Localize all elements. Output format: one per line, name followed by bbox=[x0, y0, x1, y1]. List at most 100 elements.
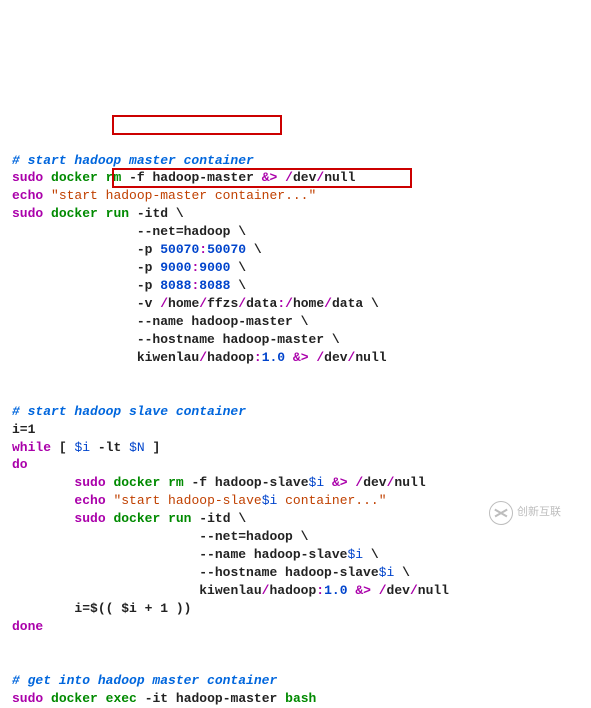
flag-f: -f bbox=[129, 170, 145, 185]
backslash: \ bbox=[238, 278, 246, 293]
redirect-amp: &> bbox=[332, 475, 348, 490]
cmd-run: run bbox=[106, 206, 129, 221]
kw-sudo: sudo bbox=[12, 170, 43, 185]
var-i: $i bbox=[74, 440, 90, 455]
kw-echo: echo bbox=[74, 493, 105, 508]
slash: / bbox=[324, 296, 332, 311]
null: null bbox=[324, 170, 355, 185]
image-repo: hadoop bbox=[269, 583, 316, 598]
kw-sudo: sudo bbox=[12, 206, 43, 221]
exec-target: hadoop-master bbox=[176, 691, 277, 706]
colon: : bbox=[199, 242, 207, 257]
slash: / bbox=[160, 296, 168, 311]
p-flag: -p bbox=[137, 278, 160, 293]
kw-do: do bbox=[12, 457, 28, 472]
slash: / bbox=[199, 296, 207, 311]
i-init: i=1 bbox=[12, 422, 35, 437]
cmd-docker: docker bbox=[51, 170, 98, 185]
slash: / bbox=[262, 583, 270, 598]
cmd-exec: exec bbox=[106, 691, 137, 706]
net-opt: --net=hadoop bbox=[199, 529, 293, 544]
backslash: \ bbox=[176, 206, 184, 221]
hostname-prefix: --hostname hadoop-slave bbox=[199, 565, 378, 580]
backslash: \ bbox=[301, 529, 309, 544]
backslash: \ bbox=[238, 224, 246, 239]
vol-seg: ffzs bbox=[207, 296, 238, 311]
null: null bbox=[355, 350, 386, 365]
exec-flags: -it bbox=[145, 691, 168, 706]
image-repo: hadoop bbox=[207, 350, 254, 365]
vol-seg: home bbox=[168, 296, 199, 311]
name-opt: --name hadoop-master bbox=[137, 314, 293, 329]
echo-suffix: container..." bbox=[277, 493, 386, 508]
dev: dev bbox=[293, 170, 316, 185]
highlight-box-port-9000 bbox=[112, 115, 282, 135]
flag-f: -f bbox=[192, 475, 208, 490]
bracket: [ bbox=[59, 440, 67, 455]
bracket: ] bbox=[153, 440, 161, 455]
backslash: \ bbox=[371, 296, 379, 311]
kw-echo: echo bbox=[12, 188, 43, 203]
slash: / bbox=[285, 170, 293, 185]
cmd-docker: docker bbox=[113, 511, 160, 526]
slash: / bbox=[285, 296, 293, 311]
cmd-rm: rm bbox=[168, 475, 184, 490]
null: null bbox=[394, 475, 425, 490]
port-a: 8088 bbox=[160, 278, 191, 293]
var-i: $i bbox=[309, 475, 325, 490]
backslash: \ bbox=[301, 314, 309, 329]
cmd-docker: docker bbox=[51, 691, 98, 706]
port-b: 8088 bbox=[199, 278, 230, 293]
exec-shell: bash bbox=[285, 691, 316, 706]
i-increment: i=$(( $i + 1 )) bbox=[74, 601, 191, 616]
slash: / bbox=[410, 583, 418, 598]
echo-string-master: "start hadoop-master container..." bbox=[51, 188, 316, 203]
kw-sudo: sudo bbox=[74, 511, 105, 526]
comment-start-master: # start hadoop master container bbox=[12, 153, 254, 168]
dev: dev bbox=[363, 475, 386, 490]
cmd-run: run bbox=[168, 511, 191, 526]
backslash: \ bbox=[371, 547, 379, 562]
var-n: $N bbox=[129, 440, 145, 455]
port-b: 50070 bbox=[207, 242, 246, 257]
run-flags: -itd bbox=[137, 206, 168, 221]
name-prefix: --name hadoop-slave bbox=[199, 547, 347, 562]
v-flag: -v bbox=[137, 296, 160, 311]
dev: dev bbox=[324, 350, 347, 365]
cmd-docker: docker bbox=[51, 206, 98, 221]
cmd-docker: docker bbox=[113, 475, 160, 490]
var-i: $i bbox=[262, 493, 278, 508]
comment-get-into: # get into hadoop master container bbox=[12, 673, 277, 688]
port-a: 9000 bbox=[160, 260, 191, 275]
kw-while: while bbox=[12, 440, 51, 455]
lt-op: -lt bbox=[98, 440, 121, 455]
echo-prefix: "start hadoop-slave bbox=[113, 493, 261, 508]
colon: : bbox=[277, 296, 285, 311]
dev: dev bbox=[387, 583, 410, 598]
redirect-amp: &> bbox=[355, 583, 371, 598]
vol-seg: home bbox=[293, 296, 324, 311]
slash: / bbox=[316, 350, 324, 365]
run-flags: -itd bbox=[199, 511, 230, 526]
var-i: $i bbox=[347, 547, 363, 562]
kw-done: done bbox=[12, 619, 43, 634]
slash: / bbox=[199, 350, 207, 365]
vol-seg: data bbox=[332, 296, 363, 311]
comment-start-slave: # start hadoop slave container bbox=[12, 404, 246, 419]
redirect-amp: &> bbox=[293, 350, 309, 365]
kw-sudo: sudo bbox=[12, 691, 43, 706]
image-tag: 1.0 bbox=[324, 583, 347, 598]
redirect-amp: &> bbox=[262, 170, 278, 185]
kw-sudo: sudo bbox=[74, 475, 105, 490]
image-user: kiwenlau bbox=[199, 583, 261, 598]
image-user: kiwenlau bbox=[137, 350, 199, 365]
null: null bbox=[418, 583, 449, 598]
watermark-text: 创新互联 bbox=[517, 508, 561, 519]
hostname-opt: --hostname hadoop-master bbox=[137, 332, 324, 347]
port-a: 50070 bbox=[160, 242, 199, 257]
port-b: 9000 bbox=[199, 260, 230, 275]
p-flag: -p bbox=[137, 260, 160, 275]
var-i: $i bbox=[379, 565, 395, 580]
image-tag: 1.0 bbox=[262, 350, 285, 365]
rm-target: hadoop-master bbox=[153, 170, 254, 185]
